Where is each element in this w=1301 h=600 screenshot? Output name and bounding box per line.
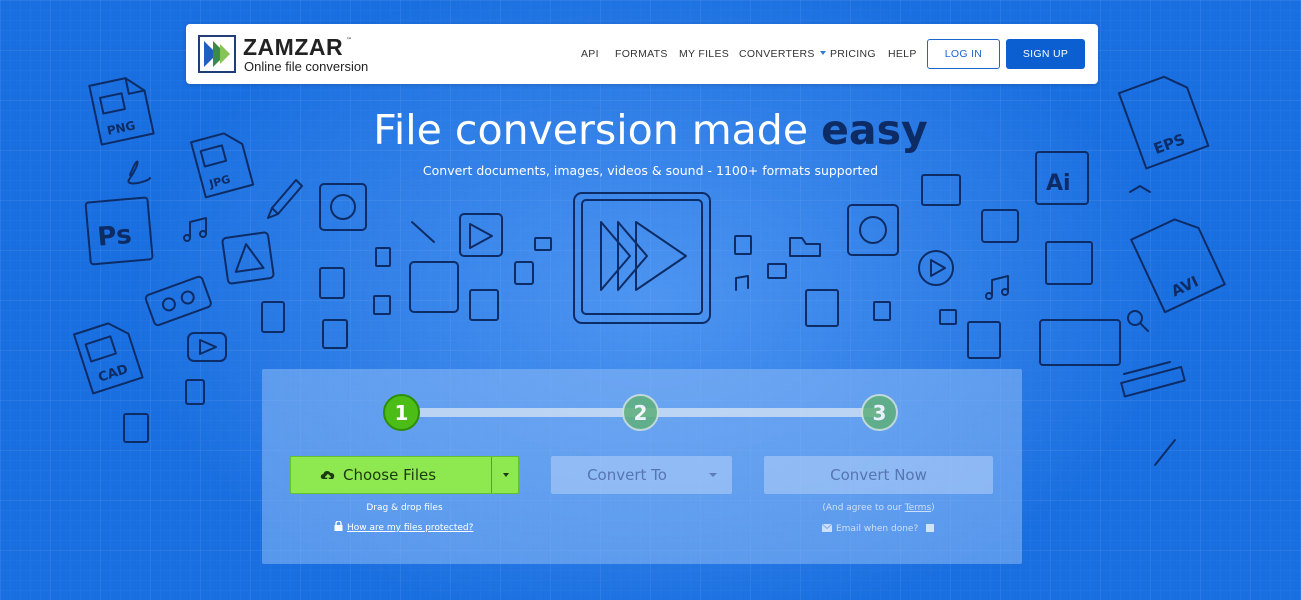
photoshop-file-icon: Ps: [84, 196, 154, 266]
music-note-icon: [183, 217, 207, 242]
doc-file-icon: [469, 289, 499, 321]
drag-drop-hint: Drag & drop files: [366, 503, 443, 513]
step-2-indicator: 2: [622, 394, 659, 431]
vlc-icon: [221, 231, 275, 285]
play-button-icon: [187, 332, 227, 362]
files-protected-link[interactable]: How are my files protected?: [334, 520, 474, 533]
choose-files-label: Choose Files: [342, 466, 437, 484]
refresh-icon-right: [847, 204, 899, 256]
zamzar-logo-icon: [198, 35, 236, 73]
cad-file-icon: CAD: [73, 322, 144, 395]
nav-item-my-files[interactable]: MY FILES: [679, 48, 729, 60]
trademark-mark: ™: [346, 37, 352, 44]
clipboard-icon-2: [967, 321, 1001, 359]
converter-panel: 1 2 3 Choose Files Drag & drop files How…: [262, 369, 1022, 564]
choose-files-main[interactable]: Choose Files: [291, 457, 492, 493]
code-icon: [1129, 185, 1151, 193]
top-header: ZAMZAR ™ Online file conversion API FORM…: [186, 24, 1098, 84]
tape-icon: [144, 275, 212, 327]
step-3-indicator: 3: [861, 394, 898, 431]
email-when-done-checkbox[interactable]: [926, 524, 935, 532]
music-note-icon-right: [985, 275, 1009, 300]
choose-files-dropdown-toggle[interactable]: [492, 457, 519, 493]
clipboard-icon: [805, 289, 839, 327]
login-button[interactable]: LOG IN: [927, 39, 1000, 69]
small-file-icon-5: [939, 309, 957, 325]
picture-frame-icon: [1045, 241, 1093, 285]
brand-tagline: Online file conversion: [244, 59, 369, 74]
zip-file-icon: [261, 301, 285, 333]
step-1-indicator: 1: [383, 394, 420, 431]
wrench-icon-right: [1154, 439, 1176, 466]
terms-link[interactable]: Terms: [905, 503, 932, 513]
hero-title-main: File conversion made: [373, 106, 822, 154]
hero-title-emphasis: easy: [821, 106, 928, 154]
avi-label: AVI: [1168, 272, 1201, 300]
chevron-down-icon: [819, 51, 826, 56]
choose-files-button[interactable]: Choose Files: [290, 456, 519, 494]
nav-item-api[interactable]: API: [581, 48, 599, 60]
ps-label: Ps: [96, 220, 133, 253]
small-file-icon: [373, 295, 391, 315]
laptop-icon: [1039, 319, 1121, 366]
small-file-icon-3: [734, 235, 752, 255]
small-folder-icon: [767, 263, 787, 279]
hero-subtitle: Convert documents, images, videos & soun…: [422, 163, 879, 178]
terms-agreement: (And agree to our Terms): [764, 503, 993, 513]
media-icon: [459, 213, 503, 257]
agree-suffix: ): [931, 503, 935, 513]
chevron-down-icon: [502, 473, 509, 477]
cloud-upload-icon: [320, 471, 335, 482]
image-gallery-icon: [921, 174, 961, 206]
lock-icon: [334, 520, 343, 531]
nav-item-pricing[interactable]: PRICING: [830, 48, 876, 60]
magnifier-icon: [1127, 310, 1149, 332]
image-file-icon: [322, 319, 348, 349]
nav-item-help[interactable]: HELP: [888, 48, 917, 60]
mp3-file-icon: [319, 267, 345, 299]
small-file-icon-2: [375, 247, 391, 267]
email-when-done: Email when done?: [821, 523, 935, 534]
signup-button[interactable]: SIGN UP: [1006, 39, 1085, 69]
pencil-icon: [267, 179, 303, 219]
music-file-icon: [514, 261, 534, 285]
file-icon: [185, 379, 205, 405]
small-file-icon-4: [873, 301, 891, 321]
illustrator-file-icon: Ai: [1035, 151, 1089, 205]
email-when-done-label: Email when done?: [836, 524, 919, 534]
film-icon: [409, 261, 459, 313]
convert-now-button[interactable]: Convert Now: [764, 456, 993, 494]
convert-to-label: Convert To: [587, 466, 667, 484]
play-circle-icon: [918, 250, 954, 286]
nav-item-converters[interactable]: CONVERTERS: [739, 48, 826, 60]
zamzar-logo[interactable]: ZAMZAR ™ Online file conversion: [198, 33, 378, 75]
folder-icon: [789, 237, 821, 257]
document-icon: [123, 413, 149, 443]
music-note-icon-small: [735, 275, 749, 291]
envelope-icon: [821, 523, 833, 532]
files-protected-label: How are my files protected?: [347, 523, 474, 533]
avi-file-icon: AVI: [1130, 218, 1226, 314]
agree-prefix: (And agree to our: [822, 503, 905, 513]
wrench-icon: [411, 221, 435, 243]
nav-item-converters-label: CONVERTERS: [739, 48, 815, 60]
chevron-down-icon: [709, 473, 717, 477]
nav-item-formats[interactable]: FORMATS: [615, 48, 668, 60]
convert-to-select[interactable]: Convert To: [551, 456, 732, 494]
center-media-screen-illustration: [573, 192, 711, 324]
film-strip-icon: [981, 209, 1019, 243]
hero-title: File conversion made easy: [0, 106, 1301, 154]
brand-name: ZAMZAR: [243, 34, 344, 60]
refresh-icon: [319, 183, 367, 231]
mail-icon: [534, 237, 552, 251]
